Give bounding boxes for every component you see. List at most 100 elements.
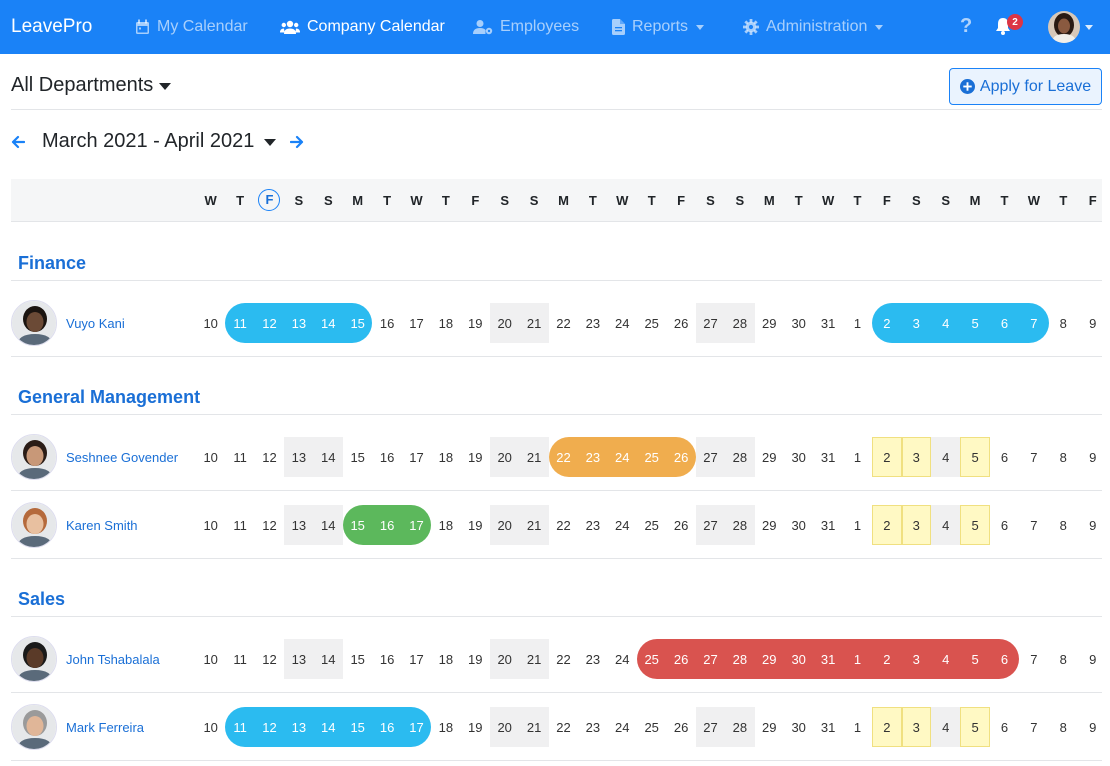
weekend-day-cell[interactable]: 4	[931, 505, 961, 545]
leave-day-cell[interactable]: 27	[696, 639, 725, 679]
day-cell[interactable]: 10	[196, 437, 225, 477]
weekend-day-cell[interactable]: 14	[313, 437, 343, 477]
leave-day-cell[interactable]: 3	[902, 303, 931, 343]
day-cell[interactable]: 8	[1049, 437, 1078, 477]
day-cell[interactable]: 18	[431, 707, 460, 747]
leave-day-cell[interactable]: 5	[960, 303, 989, 343]
leave-day-cell[interactable]: 28	[725, 639, 754, 679]
day-cell[interactable]: 1	[843, 707, 872, 747]
day-cell[interactable]: 23	[578, 505, 607, 545]
day-cell[interactable]: 9	[1078, 437, 1107, 477]
day-cell[interactable]: 18	[431, 303, 460, 343]
weekend-day-cell[interactable]: 13	[284, 437, 314, 477]
apply-for-leave-button[interactable]: Apply for Leave	[949, 68, 1102, 105]
nav-reports[interactable]: Reports	[612, 0, 705, 54]
day-cell[interactable]: 31	[813, 707, 842, 747]
day-cell[interactable]: 25	[637, 303, 666, 343]
leave-day-cell[interactable]: 7	[1019, 303, 1048, 343]
day-cell[interactable]: 19	[461, 303, 490, 343]
day-cell[interactable]: 17	[402, 639, 431, 679]
day-cell[interactable]: 30	[784, 505, 813, 545]
employee-avatar[interactable]	[11, 636, 57, 682]
day-cell[interactable]: 22	[549, 639, 578, 679]
employee-avatar[interactable]	[11, 502, 57, 548]
weekend-day-cell[interactable]: 20	[490, 505, 520, 545]
leave-day-cell[interactable]: 24	[608, 437, 637, 477]
weekend-day-cell[interactable]: 20	[490, 437, 520, 477]
leave-day-cell[interactable]: 14	[314, 303, 343, 343]
holiday-day-cell[interactable]: 5	[960, 437, 990, 477]
weekend-day-cell[interactable]: 28	[725, 303, 755, 343]
day-cell[interactable]: 29	[755, 437, 784, 477]
weekend-day-cell[interactable]: 27	[695, 707, 726, 747]
employee-name-link[interactable]: Seshnee Govender	[66, 450, 178, 465]
holiday-day-cell[interactable]: 3	[901, 707, 931, 747]
day-cell[interactable]: 16	[372, 303, 401, 343]
day-cell[interactable]: 11	[225, 437, 254, 477]
holiday-day-cell[interactable]: 3	[901, 505, 931, 545]
leave-day-cell[interactable]: 14	[314, 707, 343, 747]
day-cell[interactable]: 6	[990, 505, 1019, 545]
nav-administration[interactable]: Administration	[743, 0, 884, 54]
day-cell[interactable]: 19	[461, 639, 490, 679]
weekend-day-cell[interactable]: 20	[490, 303, 520, 343]
day-cell[interactable]: 24	[608, 303, 637, 343]
day-cell[interactable]: 17	[402, 303, 431, 343]
day-cell[interactable]: 30	[784, 437, 813, 477]
weekend-day-cell[interactable]: 21	[519, 437, 549, 477]
day-cell[interactable]: 12	[255, 639, 284, 679]
day-cell[interactable]: 24	[608, 707, 637, 747]
day-cell[interactable]: 7	[1019, 505, 1048, 545]
day-cell[interactable]: 29	[755, 505, 784, 545]
day-cell[interactable]: 8	[1049, 639, 1078, 679]
employee-name-link[interactable]: Vuyo Kani	[66, 316, 125, 331]
day-cell[interactable]: 9	[1078, 505, 1107, 545]
user-avatar[interactable]	[1048, 11, 1080, 43]
leave-day-cell[interactable]: 26	[666, 437, 695, 477]
day-cell[interactable]: 10	[196, 505, 225, 545]
day-cell[interactable]: 9	[1078, 303, 1107, 343]
leave-day-cell[interactable]: 13	[284, 707, 313, 747]
day-cell[interactable]: 9	[1078, 639, 1107, 679]
weekend-day-cell[interactable]: 14	[313, 639, 343, 679]
leave-day-cell[interactable]: 2	[872, 303, 901, 343]
nav-company-calendar[interactable]: Company Calendar	[280, 0, 445, 54]
leave-day-cell[interactable]: 6	[990, 639, 1019, 679]
nav-my-calendar[interactable]: My Calendar	[135, 0, 248, 54]
leave-day-cell[interactable]: 1	[843, 639, 872, 679]
nav-employees[interactable]: Employees	[473, 0, 579, 54]
day-cell[interactable]: 19	[461, 707, 490, 747]
employee-name-link[interactable]: Mark Ferreira	[66, 720, 144, 735]
help-icon[interactable]: ?	[960, 15, 972, 38]
day-cell[interactable]: 26	[666, 303, 695, 343]
weekend-day-cell[interactable]: 28	[725, 707, 755, 747]
day-cell[interactable]: 15	[343, 639, 372, 679]
leave-day-cell[interactable]: 29	[755, 639, 784, 679]
day-cell[interactable]: 12	[255, 505, 284, 545]
leave-day-cell[interactable]: 31	[813, 639, 842, 679]
next-period-arrow-icon[interactable]	[290, 135, 304, 149]
day-cell[interactable]: 7	[1019, 639, 1048, 679]
weekend-day-cell[interactable]: 27	[695, 303, 726, 343]
day-cell[interactable]: 29	[755, 303, 784, 343]
weekend-day-cell[interactable]: 21	[519, 707, 549, 747]
day-cell[interactable]: 10	[196, 707, 225, 747]
holiday-day-cell[interactable]: 5	[960, 707, 990, 747]
leave-day-cell[interactable]: 15	[343, 707, 372, 747]
day-cell[interactable]: 30	[784, 707, 813, 747]
day-cell[interactable]: 19	[461, 505, 490, 545]
weekend-day-cell[interactable]: 21	[519, 505, 549, 545]
weekend-day-cell[interactable]: 4	[931, 707, 961, 747]
day-cell[interactable]: 6	[990, 437, 1019, 477]
leave-day-cell[interactable]: 15	[343, 303, 372, 343]
day-cell[interactable]: 22	[549, 707, 578, 747]
leave-day-cell[interactable]: 23	[578, 437, 607, 477]
day-cell[interactable]: 6	[990, 707, 1019, 747]
day-cell[interactable]: 19	[461, 437, 490, 477]
leave-day-cell[interactable]: 17	[402, 707, 431, 747]
weekend-day-cell[interactable]: 21	[519, 639, 549, 679]
leave-day-cell[interactable]: 11	[225, 707, 254, 747]
day-cell[interactable]: 30	[784, 303, 813, 343]
leave-day-cell[interactable]: 5	[960, 639, 989, 679]
day-cell[interactable]: 22	[549, 505, 578, 545]
